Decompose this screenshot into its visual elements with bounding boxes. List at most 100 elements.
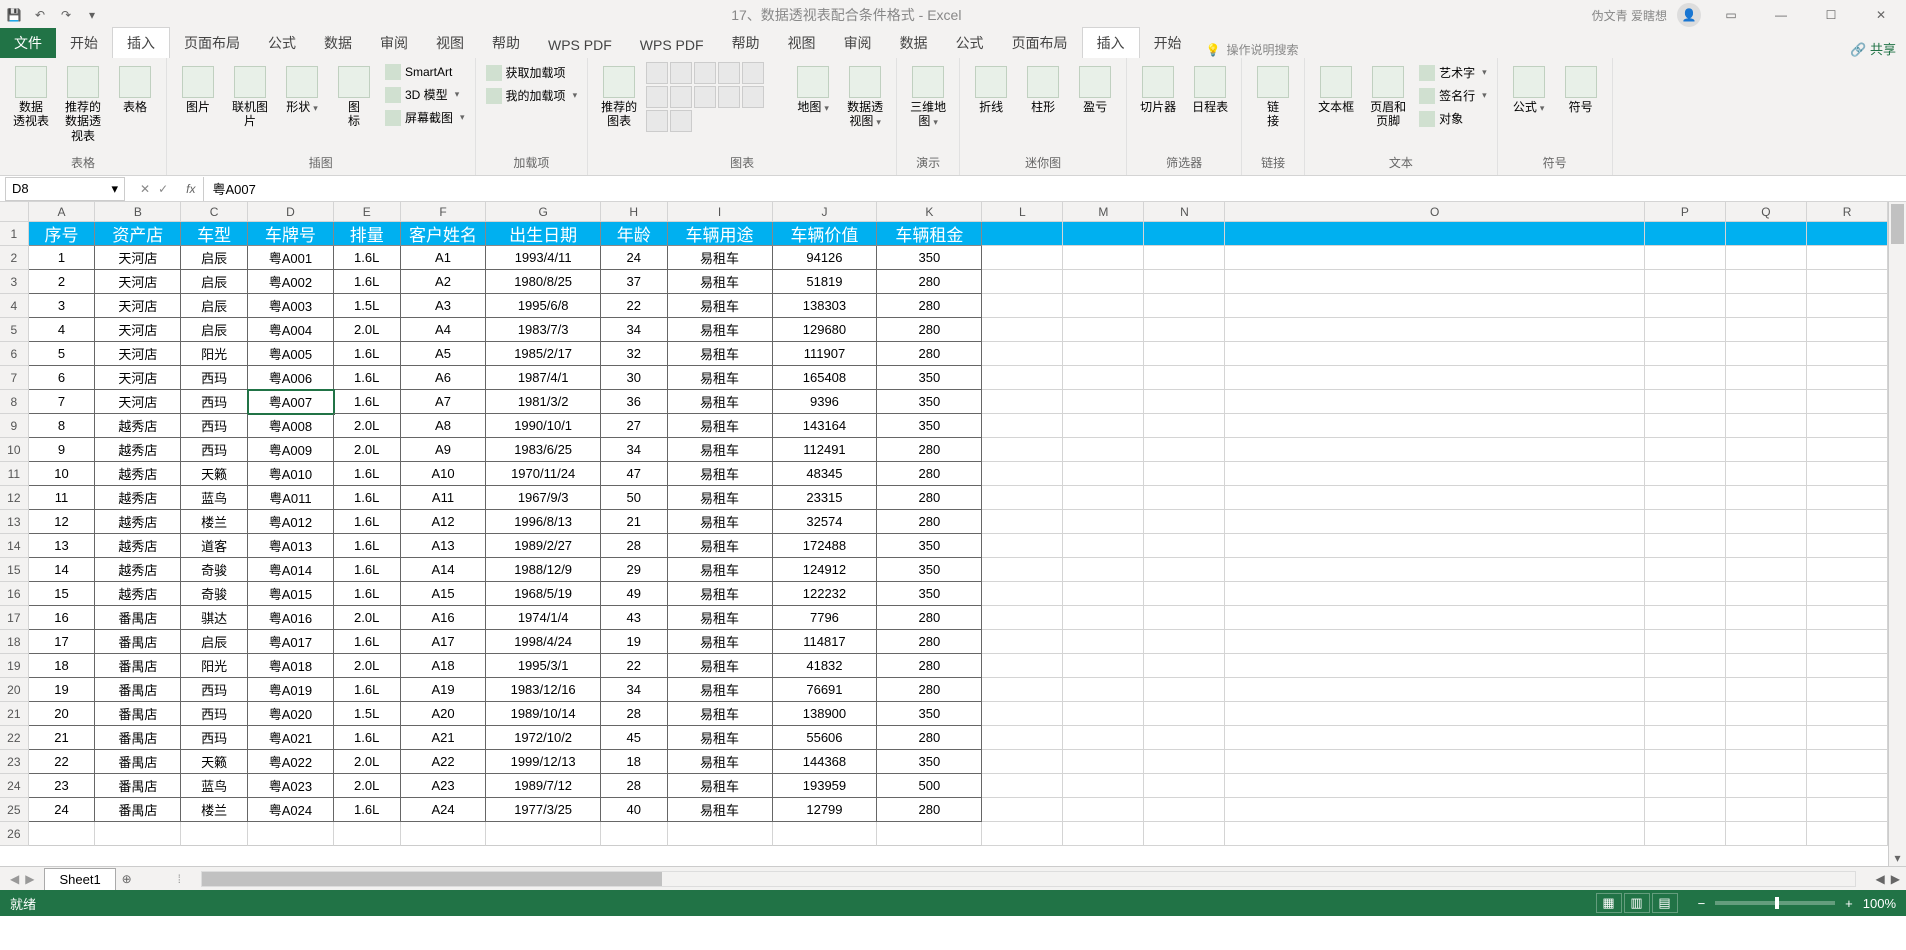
cell[interactable] [1144,510,1225,534]
cell[interactable] [1144,750,1225,774]
cell[interactable]: 76691 [773,678,878,702]
col-header[interactable]: I [668,202,773,222]
zoom-in-icon[interactable]: + [1845,896,1853,911]
zoom-slider[interactable] [1715,901,1835,905]
cell[interactable] [95,822,181,846]
cell[interactable]: 172488 [773,534,878,558]
row-header[interactable]: 15 [0,558,29,582]
cell[interactable]: A20 [401,702,487,726]
cell[interactable] [1645,558,1726,582]
cell[interactable]: 西玛 [181,414,248,438]
cell[interactable]: 4 [29,318,96,342]
cell[interactable] [668,822,773,846]
cell[interactable] [982,438,1063,462]
view-page-layout-icon[interactable]: ▥ [1624,893,1650,913]
cell[interactable] [1144,222,1225,246]
tab-file[interactable]: 文件 [0,28,56,58]
cell[interactable]: 粤A021 [248,726,334,750]
row-header[interactable]: 19 [0,654,29,678]
cell[interactable]: 车辆租金 [877,222,982,246]
cell[interactable]: 序号 [29,222,96,246]
cell[interactable]: 1995/6/8 [486,294,600,318]
cell[interactable] [982,534,1063,558]
cell[interactable]: 19 [29,678,96,702]
cell[interactable]: 1983/7/3 [486,318,600,342]
row-header[interactable]: 9 [0,414,29,438]
ribbon-small-btn[interactable]: 艺术字 [1415,62,1491,83]
cell[interactable]: 280 [877,342,982,366]
row-header[interactable]: 8 [0,390,29,414]
cell[interactable]: 28 [601,534,668,558]
row-header[interactable]: 5 [0,318,29,342]
cell[interactable] [1063,558,1144,582]
cell[interactable]: A7 [401,390,487,414]
cell[interactable]: 粤A004 [248,318,334,342]
cell[interactable]: 50 [601,486,668,510]
cell[interactable]: 粤A003 [248,294,334,318]
ribbon-btn[interactable]: 公式 [1504,62,1554,118]
cell[interactable]: 6 [29,366,96,390]
tab-0[interactable]: 开始 [56,28,112,58]
cell[interactable] [1225,246,1644,270]
cell[interactable]: 350 [877,750,982,774]
cell[interactable] [982,486,1063,510]
cell[interactable]: 易租车 [668,726,773,750]
col-header[interactable]: C [181,202,248,222]
cell[interactable] [1144,534,1225,558]
cell[interactable] [1225,270,1644,294]
cell[interactable] [1144,582,1225,606]
cell[interactable] [1726,774,1807,798]
cell[interactable]: 1972/10/2 [486,726,600,750]
cell[interactable] [1063,342,1144,366]
cell[interactable] [1807,414,1888,438]
cell[interactable] [1726,390,1807,414]
cell[interactable]: 粤A015 [248,582,334,606]
cell[interactable]: A13 [401,534,487,558]
cell[interactable]: 粤A024 [248,798,334,822]
row-header[interactable]: 16 [0,582,29,606]
cell[interactable]: 22 [601,654,668,678]
cell[interactable]: 粤A018 [248,654,334,678]
cell[interactable] [1726,294,1807,318]
ribbon-btn[interactable]: 链接 [1248,62,1298,133]
cell[interactable] [1807,294,1888,318]
col-header[interactable]: Q [1726,202,1807,222]
ribbon-btn[interactable]: 页眉和页脚 [1363,62,1413,133]
cell[interactable]: 350 [877,534,982,558]
cell[interactable]: A1 [401,246,487,270]
cell[interactable]: 1.6L [334,462,401,486]
cell[interactable]: 粤A014 [248,558,334,582]
cell[interactable]: 番禺店 [95,630,181,654]
cell[interactable] [1645,294,1726,318]
chart-type-icon[interactable] [646,110,668,132]
cell[interactable] [1063,750,1144,774]
cell[interactable]: 350 [877,246,982,270]
cell[interactable]: 越秀店 [95,438,181,462]
cell[interactable]: 易租车 [668,798,773,822]
cell[interactable]: 1.6L [334,534,401,558]
cell[interactable]: 9396 [773,390,878,414]
cell[interactable]: 280 [877,726,982,750]
cell[interactable] [1144,270,1225,294]
ribbon-options-icon[interactable]: ▭ [1711,1,1751,29]
cell[interactable] [1144,702,1225,726]
cell[interactable] [1645,462,1726,486]
cell[interactable] [1645,342,1726,366]
cell[interactable]: 32574 [773,510,878,534]
ribbon-btn[interactable]: 数据透视表 [6,62,56,133]
tab-页面布局[interactable]: 页面布局 [998,28,1082,58]
cell[interactable] [1807,774,1888,798]
cell[interactable]: 易租车 [668,270,773,294]
cell[interactable] [1144,774,1225,798]
cell[interactable] [1726,462,1807,486]
cell[interactable]: 23 [29,774,96,798]
cell[interactable] [1225,366,1644,390]
add-sheet-button[interactable]: ⊕ [116,872,138,886]
sheet-nav-next-icon[interactable]: ▶ [25,872,34,886]
scroll-down-icon[interactable]: ▾ [1889,850,1906,866]
cell[interactable]: A21 [401,726,487,750]
cell[interactable]: 280 [877,630,982,654]
cell[interactable] [1807,270,1888,294]
cell[interactable] [1645,246,1726,270]
cell[interactable] [1726,270,1807,294]
